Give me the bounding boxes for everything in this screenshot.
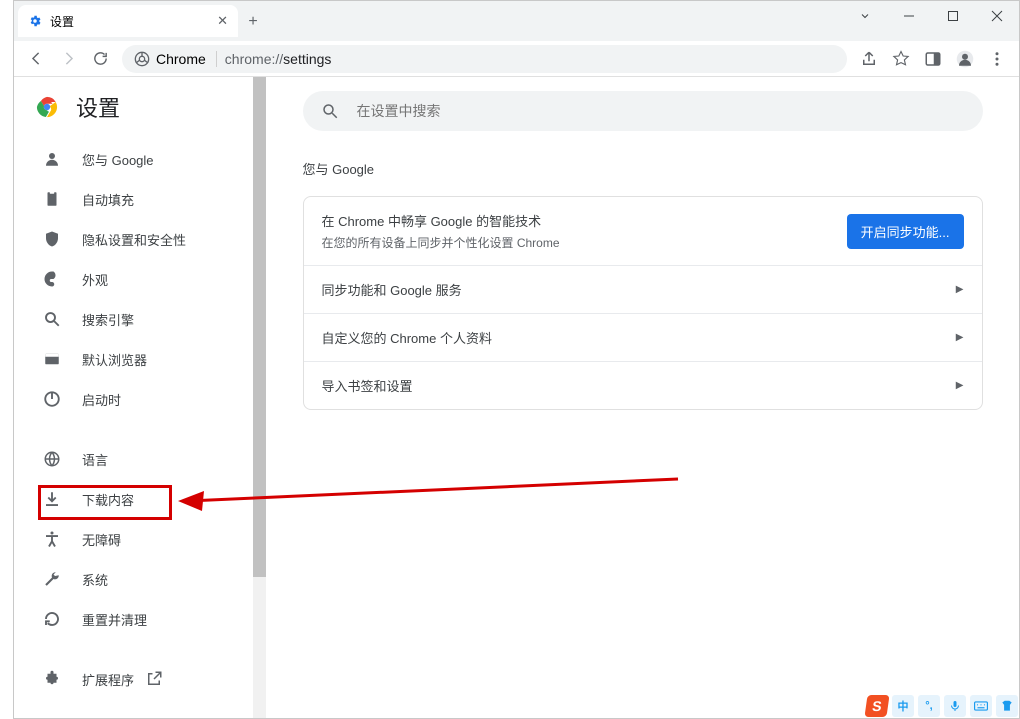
- sidebar-title: 设置: [76, 91, 120, 123]
- ime-lang-indicator[interactable]: 中: [892, 695, 914, 717]
- chevron-right-icon: ▶: [956, 380, 964, 391]
- import-bookmarks-row[interactable]: 导入书签和设置 ▶: [304, 362, 982, 409]
- minimize-window-button[interactable]: [887, 1, 931, 31]
- sidebar-item-label: 扩展程序: [82, 670, 134, 689]
- chevron-down-icon[interactable]: [843, 1, 887, 31]
- window-buttons: [843, 1, 1019, 31]
- settings-card: 在 Chrome 中畅享 Google 的智能技术 在您的所有设备上同步并个性化…: [303, 196, 983, 410]
- sidebar-item-autofill[interactable]: 自动填充: [14, 179, 266, 219]
- sidebar-item-extensions[interactable]: 扩展程序: [14, 659, 266, 699]
- clipboard-icon: [42, 189, 62, 209]
- row-label: 自定义您的 Chrome 个人资料: [322, 328, 492, 347]
- sidebar-item-you-and-google[interactable]: 您与 Google: [14, 139, 266, 179]
- chrome-icon: [134, 51, 150, 67]
- sidebar-item-label: 启动时: [82, 390, 121, 409]
- titlebar: 设置 ✕ +: [14, 1, 1019, 41]
- power-icon: [42, 389, 62, 409]
- accessibility-icon: [42, 529, 62, 549]
- sidebar-item-label: 您与 Google: [82, 150, 154, 169]
- close-tab-icon[interactable]: ✕: [217, 13, 228, 29]
- settings-tab-favicon: [28, 14, 42, 28]
- sync-promo-title: 在 Chrome 中畅享 Google 的智能技术: [322, 211, 560, 230]
- tab-title: 设置: [50, 13, 74, 30]
- browser-tab[interactable]: 设置 ✕: [18, 5, 238, 37]
- sidebar-item-appearance[interactable]: 外观: [14, 259, 266, 299]
- sync-promo-sub: 在您的所有设备上同步并个性化设置 Chrome: [322, 234, 560, 251]
- account-avatar-icon[interactable]: [949, 43, 981, 75]
- row-label: 同步功能和 Google 服务: [322, 280, 462, 299]
- sidebar-item-label: 默认浏览器: [82, 350, 147, 369]
- chrome-logo-icon: [36, 96, 58, 118]
- open-external-icon: [144, 669, 164, 689]
- sidebar-item-label: 无障碍: [82, 530, 121, 549]
- new-tab-button[interactable]: +: [238, 7, 268, 37]
- browser-window-icon: [42, 349, 62, 369]
- omnibox[interactable]: Chrome chrome://settings: [122, 45, 847, 73]
- sidebar-item-label: 重置并清理: [82, 610, 147, 629]
- forward-button[interactable]: [52, 43, 84, 75]
- sidebar-item-default-browser[interactable]: 默认浏览器: [14, 339, 266, 379]
- globe-icon: [42, 449, 62, 469]
- sidebar-item-privacy[interactable]: 隐私设置和安全性: [14, 219, 266, 259]
- wrench-icon: [42, 569, 62, 589]
- chrome-label: Chrome: [156, 51, 206, 67]
- sidebar-item-label: 隐私设置和安全性: [82, 230, 186, 249]
- sidebar-item-reset[interactable]: 重置并清理: [14, 599, 266, 639]
- sidebar-item-label: 语言: [82, 450, 108, 469]
- ime-sogou-icon[interactable]: S: [864, 695, 889, 717]
- ime-punctuation-icon[interactable]: °,: [918, 695, 940, 717]
- sidebar-item-label: 搜索引擎: [82, 310, 134, 329]
- menu-kebab-icon[interactable]: [981, 43, 1013, 75]
- sidebar-item-label: 外观: [82, 270, 108, 289]
- search-icon: [321, 102, 339, 120]
- scrollbar-thumb[interactable]: [253, 77, 266, 577]
- sidebar-item-label: 自动填充: [82, 190, 134, 209]
- sidebar-header: 设置: [14, 85, 266, 139]
- settings-content: 您与 Google 在 Chrome 中畅享 Google 的智能技术 在您的所…: [266, 77, 1019, 718]
- sidebar-scrollbar[interactable]: [253, 77, 266, 718]
- download-icon: [42, 489, 62, 509]
- sidebar-item-languages[interactable]: 语言: [14, 439, 266, 479]
- turn-on-sync-button[interactable]: 开启同步功能...: [847, 214, 964, 249]
- sidebar-item-on-startup[interactable]: 启动时: [14, 379, 266, 419]
- person-icon: [42, 149, 62, 169]
- extension-icon: [42, 669, 62, 689]
- back-button[interactable]: [20, 43, 52, 75]
- chevron-right-icon: ▶: [956, 332, 964, 343]
- sidebar-item-label: 系统: [82, 570, 108, 589]
- side-panel-icon[interactable]: [917, 43, 949, 75]
- reload-button[interactable]: [84, 43, 116, 75]
- section-title: 您与 Google: [303, 159, 983, 178]
- sidebar-item-system[interactable]: 系统: [14, 559, 266, 599]
- bookmark-star-icon[interactable]: [885, 43, 917, 75]
- restore-icon: [42, 609, 62, 629]
- sidebar-item-label: 下载内容: [82, 490, 134, 509]
- share-icon[interactable]: [853, 43, 885, 75]
- sync-services-row[interactable]: 同步功能和 Google 服务 ▶: [304, 266, 982, 314]
- search-icon: [42, 309, 62, 329]
- ime-keyboard-icon[interactable]: [970, 695, 992, 717]
- shield-icon: [42, 229, 62, 249]
- sidebar-item-downloads[interactable]: 下载内容: [14, 479, 266, 519]
- sync-promo-row: 在 Chrome 中畅享 Google 的智能技术 在您的所有设备上同步并个性化…: [304, 197, 982, 266]
- sidebar-item-search-engine[interactable]: 搜索引擎: [14, 299, 266, 339]
- customize-profile-row[interactable]: 自定义您的 Chrome 个人资料 ▶: [304, 314, 982, 362]
- palette-icon: [42, 269, 62, 289]
- system-tray: S 中 °,: [866, 695, 1018, 717]
- url: chrome://settings: [217, 51, 332, 67]
- settings-search[interactable]: [303, 91, 983, 131]
- close-window-button[interactable]: [975, 1, 1019, 31]
- search-input[interactable]: [357, 103, 965, 119]
- address-bar: Chrome chrome://settings: [14, 41, 1019, 77]
- sidebar-item-accessibility[interactable]: 无障碍: [14, 519, 266, 559]
- ime-mic-icon[interactable]: [944, 695, 966, 717]
- ime-skin-icon[interactable]: [996, 695, 1018, 717]
- maximize-window-button[interactable]: [931, 1, 975, 31]
- row-label: 导入书签和设置: [322, 376, 413, 395]
- chevron-right-icon: ▶: [956, 284, 964, 295]
- sidebar: 设置 您与 Google 自动填充 隐私设置和安全性 外观 搜索引擎 默认浏览器…: [14, 77, 266, 718]
